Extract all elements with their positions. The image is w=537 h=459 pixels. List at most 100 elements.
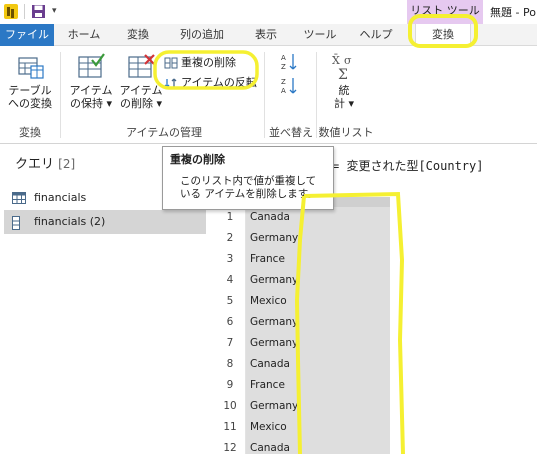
window-title: 無題 - Po — [490, 6, 536, 19]
cell-value[interactable]: Canada — [246, 438, 390, 454]
svg-text:X̄: X̄ — [332, 54, 340, 67]
cell-value[interactable]: Mexico — [246, 417, 390, 438]
table-row[interactable]: 10 Germany — [215, 396, 390, 417]
remove-duplicates-icon — [164, 57, 178, 69]
cell-value[interactable]: France — [246, 375, 390, 396]
formula-bar[interactable]: = 変更された型[Country] — [332, 157, 483, 174]
tab-help[interactable]: ヘルプ — [352, 24, 400, 46]
row-number: 8 — [215, 354, 246, 375]
table-row[interactable]: 12 Canada — [215, 438, 390, 454]
query-item-label: financials — [34, 191, 87, 204]
svg-text:Σ: Σ — [338, 67, 348, 82]
tab-add-column[interactable]: 列の追加 — [170, 24, 234, 46]
row-number: 5 — [215, 291, 246, 312]
group-separator — [316, 52, 317, 138]
tab-list-transform[interactable]: 変換 — [415, 24, 471, 47]
chevron-down-icon: ▾ — [152, 97, 163, 110]
numeric-group-label: 数値リスト — [318, 126, 374, 139]
keep-items-label-1: アイテム — [69, 84, 113, 97]
table-row[interactable]: 2 Germany — [215, 228, 390, 249]
statistics-icon: X̄ σ Σ — [332, 54, 352, 82]
tab-transform[interactable]: 変換 — [116, 24, 160, 46]
sort-descending-icon: Z A — [281, 78, 297, 95]
tab-home[interactable]: ホーム — [60, 24, 108, 46]
to-table-label-1: テーブル — [8, 84, 52, 97]
chevron-down-icon: ▾ — [102, 97, 113, 110]
row-number: 1 — [215, 207, 246, 228]
to-table-button[interactable]: テーブル への変換 — [8, 52, 52, 110]
row-number: 2 — [215, 228, 246, 249]
remove-items-button[interactable]: アイテム の削除 ▾ — [116, 52, 166, 110]
customize-quick-access-icon[interactable]: ▾ — [52, 6, 57, 16]
table-row[interactable]: 11 Mexico — [215, 417, 390, 438]
group-separator — [264, 52, 265, 138]
cell-value[interactable]: Germany — [246, 270, 390, 291]
table-row[interactable]: 6 Germany — [215, 312, 390, 333]
tab-view[interactable]: 表示 — [244, 24, 288, 46]
cell-value[interactable]: France — [246, 249, 390, 270]
remove-items-icon — [128, 54, 155, 78]
to-table-label-2: への変換 — [8, 97, 52, 110]
row-number: 11 — [215, 417, 246, 438]
statistics-label-1: 統 — [338, 84, 350, 97]
cell-value[interactable]: Germany — [246, 312, 390, 333]
group-separator — [60, 52, 61, 138]
row-number: 4 — [215, 270, 246, 291]
sort-group-label: 並べ替え — [269, 126, 313, 139]
data-grid: 1 Canada 2 Germany 3 France 4 Germany 5 Mexic… — [215, 197, 390, 454]
cell-value[interactable]: Mexico — [246, 291, 390, 312]
table-row[interactable]: 8 Canada — [215, 354, 390, 375]
ribbon-tabs: ファイル ホーム 変換 列の追加 表示 ツール ヘルプ 変換 — [0, 24, 537, 47]
row-number: 7 — [215, 333, 246, 354]
svg-text:σ: σ — [344, 54, 352, 67]
cell-value[interactable]: Canada — [246, 207, 390, 228]
svg-text:A: A — [281, 54, 286, 62]
svg-text:A: A — [281, 87, 286, 95]
queries-count: [2] — [58, 157, 76, 171]
remove-items-label-1: アイテム — [119, 84, 163, 97]
remove-duplicates-button[interactable]: 重複の削除 — [164, 54, 236, 72]
sort-descending-button[interactable]: Z A — [280, 76, 301, 95]
list-icon — [12, 216, 20, 230]
table-row[interactable]: 5 Mexico — [215, 291, 390, 312]
reverse-items-button[interactable]: アイテムの反転 — [164, 74, 257, 92]
query-item-financials-2[interactable]: financials (2) — [4, 210, 206, 234]
table-row[interactable]: 9 France — [215, 375, 390, 396]
svg-text:Z: Z — [281, 78, 286, 86]
cell-value[interactable]: Germany — [246, 396, 390, 417]
row-number: 10 — [215, 396, 246, 417]
query-item-label: financials (2) — [34, 215, 106, 228]
remove-items-label-2: の削除 — [119, 97, 153, 110]
sort-ascending-icon: A Z — [281, 54, 297, 71]
cell-value[interactable]: Germany — [246, 333, 390, 354]
save-icon[interactable] — [31, 4, 46, 19]
table-row[interactable]: 7 Germany — [215, 333, 390, 354]
table-row[interactable]: 3 France — [215, 249, 390, 270]
to-table-icon — [18, 57, 44, 79]
row-number: 12 — [215, 438, 246, 454]
queries-header: クエリ [2] — [15, 153, 75, 172]
tab-tools[interactable]: ツール — [298, 24, 342, 46]
keep-items-button[interactable]: アイテム の保持 ▾ — [66, 52, 116, 110]
table-icon — [12, 192, 26, 204]
tab-file[interactable]: ファイル — [0, 24, 54, 46]
cell-value[interactable]: Germany — [246, 228, 390, 249]
statistics-button[interactable]: X̄ σ Σ 統 計 ▾ — [324, 52, 364, 110]
chevron-down-icon: ▾ — [344, 97, 355, 110]
keep-items-icon — [78, 53, 105, 78]
keep-items-label-2: の保持 — [69, 97, 103, 110]
remove-duplicates-label: 重複の削除 — [181, 56, 236, 69]
tooltip-title: 重複の削除 — [170, 153, 225, 166]
sort-ascending-button[interactable]: A Z — [280, 52, 301, 71]
tooltip-body: このリスト内で値が重複している アイテムを削除します。 — [180, 175, 318, 200]
row-number: 6 — [215, 312, 246, 333]
row-number: 9 — [215, 375, 246, 396]
cell-value[interactable]: Canada — [246, 354, 390, 375]
table-row[interactable]: 1 Canada — [215, 207, 390, 228]
convert-group-label: 変換 — [19, 126, 41, 139]
svg-text:Z: Z — [281, 63, 286, 71]
context-tab-list-tools: リスト ツール — [407, 0, 483, 24]
reverse-items-label: アイテムの反転 — [181, 76, 257, 89]
table-row[interactable]: 4 Germany — [215, 270, 390, 291]
queries-title: クエリ — [15, 157, 55, 172]
